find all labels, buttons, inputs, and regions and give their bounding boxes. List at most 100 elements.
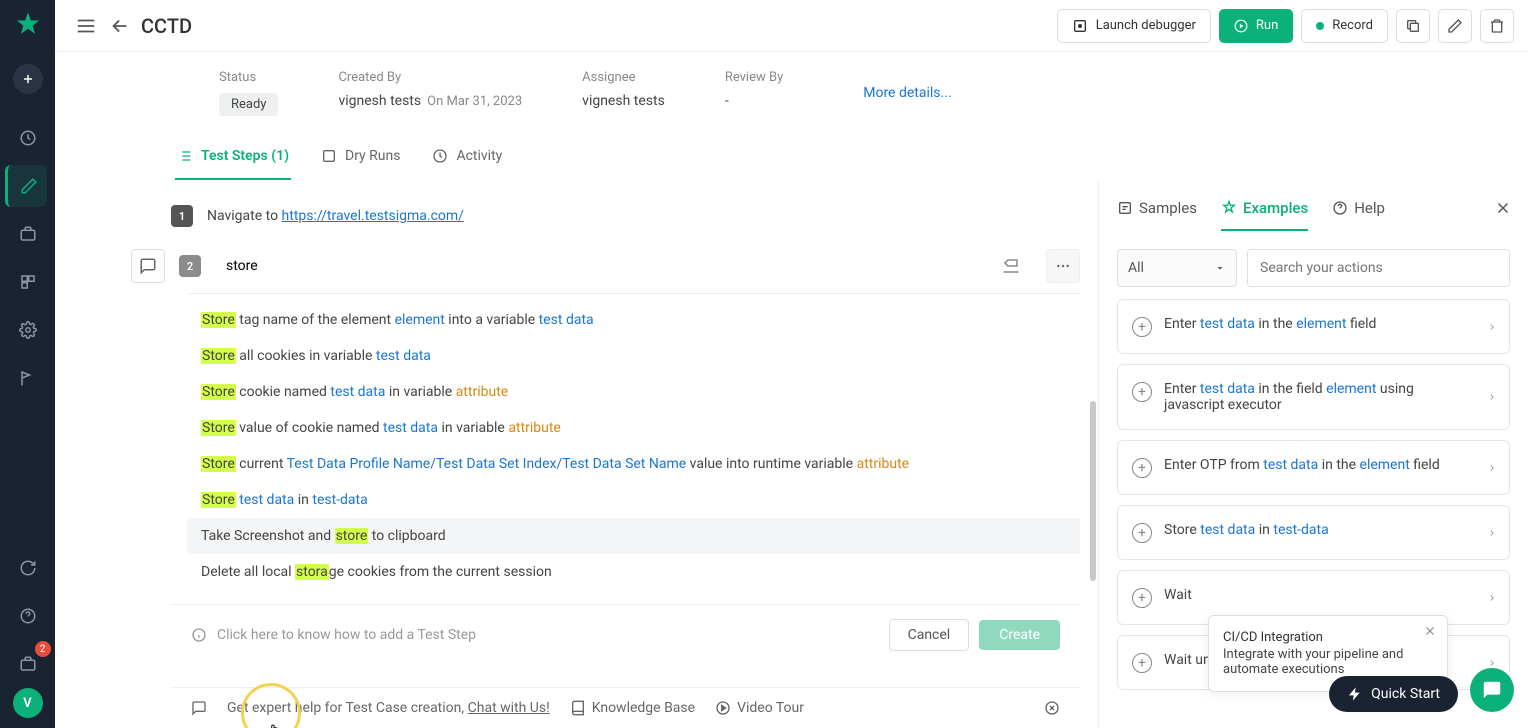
delete-button[interactable] [1480, 9, 1514, 43]
chat-link[interactable]: Chat with Us! [468, 700, 550, 716]
nav-help-icon[interactable] [7, 595, 49, 637]
tab-test-steps[interactable]: Test Steps (1) [175, 138, 291, 180]
add-example-icon[interactable]: + [1132, 382, 1152, 402]
main-area: CCTD Launch debugger Run Record Status R… [55, 0, 1528, 728]
nav-edit-icon[interactable] [5, 165, 47, 207]
popup-close-icon[interactable] [1423, 624, 1437, 638]
video-tour-link[interactable]: Video Tour [715, 700, 804, 716]
example-text: Store test data in test-data [1164, 522, 1329, 538]
chevron-right-icon [1487, 591, 1497, 605]
step-number: 2 [179, 255, 201, 277]
chat-icon [1481, 679, 1503, 701]
example-item[interactable]: + Enter OTP from test data in the elemen… [1117, 440, 1510, 495]
add-example-icon[interactable]: + [1132, 523, 1152, 543]
add-step-hint-row: Click here to know how to add a Test Ste… [171, 604, 1080, 665]
lightning-icon [1347, 686, 1363, 702]
example-text: Enter test data in the field element usi… [1164, 381, 1471, 413]
top-bar: CCTD Launch debugger Run Record [55, 0, 1528, 52]
footer-expert-text: Get expert help for Test Case creation, … [227, 700, 550, 716]
suggestion-item[interactable]: Store test data in test-data [187, 482, 1080, 518]
more-details-link[interactable]: More details... [863, 85, 951, 101]
nav-layers-icon[interactable] [7, 261, 49, 303]
add-button[interactable] [13, 64, 43, 94]
chevron-right-icon [1487, 320, 1497, 334]
scrollbar-thumb[interactable] [1090, 401, 1096, 581]
steps-area: 1 Navigate to https://travel.testsigma.c… [55, 181, 1098, 728]
popup-body: Integrate with your pipeline and automat… [1223, 647, 1413, 677]
record-button[interactable]: Record [1301, 9, 1388, 43]
status-badge: Ready [219, 93, 278, 116]
left-nav-rail: 2 V [0, 0, 55, 728]
step-1[interactable]: 1 Navigate to https://travel.testsigma.c… [171, 199, 1080, 233]
assignee-label: Assignee [582, 70, 665, 85]
suggestion-item[interactable]: Take Screenshot and store to clipboard [187, 518, 1080, 554]
footer-bar: Get expert help for Test Case creation, … [171, 687, 1080, 728]
knowledge-base-link[interactable]: Knowledge Base [570, 700, 695, 716]
example-item[interactable]: + Store test data in test-data [1117, 505, 1510, 560]
suggestion-item[interactable]: Store all cookies in variable test data [187, 338, 1080, 374]
example-item[interactable]: + Enter test data in the element field [1117, 299, 1510, 354]
add-example-icon[interactable]: + [1132, 458, 1152, 478]
info-icon [191, 627, 207, 643]
tab-help[interactable]: Help [1332, 199, 1385, 231]
content-row: 1 Navigate to https://travel.testsigma.c… [55, 181, 1528, 728]
nav-briefcase-icon[interactable] [7, 213, 49, 255]
run-button[interactable]: Run [1219, 9, 1293, 43]
app-logo [14, 10, 42, 38]
right-panel: Samples Examples Help All [1098, 181, 1528, 728]
chevron-right-icon [1487, 526, 1497, 540]
close-panel-icon[interactable] [1494, 199, 1512, 217]
step-input[interactable] [226, 258, 973, 274]
launch-debugger-label: Launch debugger [1096, 18, 1196, 33]
suggestion-item[interactable]: Store value of cookie named test data in… [187, 410, 1080, 446]
run-label: Run [1256, 18, 1278, 33]
clear-input-icon[interactable] [998, 253, 1024, 279]
quick-start-button[interactable]: Quick Start [1329, 676, 1458, 712]
created-by-value: vignesh testsOn Mar 31, 2023 [338, 93, 522, 109]
step-2-edit: 2 [131, 249, 1080, 283]
hamburger-menu-icon[interactable] [69, 9, 103, 43]
cancel-button[interactable]: Cancel [889, 619, 970, 651]
step-url-link[interactable]: https://travel.testsigma.com/ [282, 208, 464, 224]
filter-select[interactable]: All [1117, 249, 1237, 287]
record-dot-icon [1316, 22, 1324, 30]
nav-notifications-icon[interactable]: 2 [7, 643, 49, 685]
tab-examples[interactable]: Examples [1221, 199, 1308, 231]
tab-activity[interactable]: Activity [430, 138, 504, 180]
add-example-icon[interactable]: + [1132, 317, 1152, 337]
suggestion-list: Store tag name of the element element in… [187, 293, 1080, 594]
suggestion-item[interactable]: Delete all local storage cookies from th… [187, 554, 1080, 590]
chat-bubble-button[interactable] [1470, 668, 1514, 712]
suggestion-item[interactable]: Store tag name of the element element in… [187, 302, 1080, 338]
search-actions-input[interactable] [1247, 249, 1510, 287]
launch-debugger-button[interactable]: Launch debugger [1057, 9, 1211, 43]
back-arrow-icon[interactable] [103, 9, 137, 43]
page-title: CCTD [141, 14, 192, 38]
nav-refresh-icon[interactable] [7, 547, 49, 589]
chevron-down-icon [1214, 262, 1226, 274]
tab-dry-runs[interactable]: Dry Runs [319, 138, 402, 180]
chevron-right-icon [1487, 390, 1497, 404]
close-footer-icon[interactable] [1044, 700, 1060, 716]
chevron-right-icon [1487, 461, 1497, 475]
hint-text[interactable]: Click here to know how to add a Test Ste… [217, 627, 879, 643]
suggestion-item[interactable]: Store current Test Data Profile Name/Tes… [187, 446, 1080, 482]
created-by-label: Created By [338, 70, 522, 85]
create-button[interactable]: Create [979, 620, 1060, 650]
vertical-scrollbar[interactable] [1088, 181, 1096, 728]
step-type-toggle[interactable] [131, 249, 165, 283]
suggestion-item[interactable]: Store cookie named test data in variable… [187, 374, 1080, 410]
add-example-icon[interactable]: + [1132, 653, 1152, 673]
step-more-menu[interactable] [1046, 249, 1080, 283]
add-example-icon[interactable]: + [1132, 588, 1152, 608]
popup-title: CI/CD Integration [1223, 630, 1413, 645]
user-avatar[interactable]: V [13, 688, 43, 718]
copy-button[interactable] [1396, 9, 1430, 43]
nav-dashboard-icon[interactable] [7, 117, 49, 159]
chat-help-icon[interactable] [191, 700, 207, 716]
example-item[interactable]: + Enter test data in the field element u… [1117, 364, 1510, 430]
nav-flag-icon[interactable] [7, 357, 49, 399]
edit-button[interactable] [1438, 9, 1472, 43]
tab-samples[interactable]: Samples [1117, 199, 1197, 231]
nav-settings-icon[interactable] [7, 309, 49, 351]
